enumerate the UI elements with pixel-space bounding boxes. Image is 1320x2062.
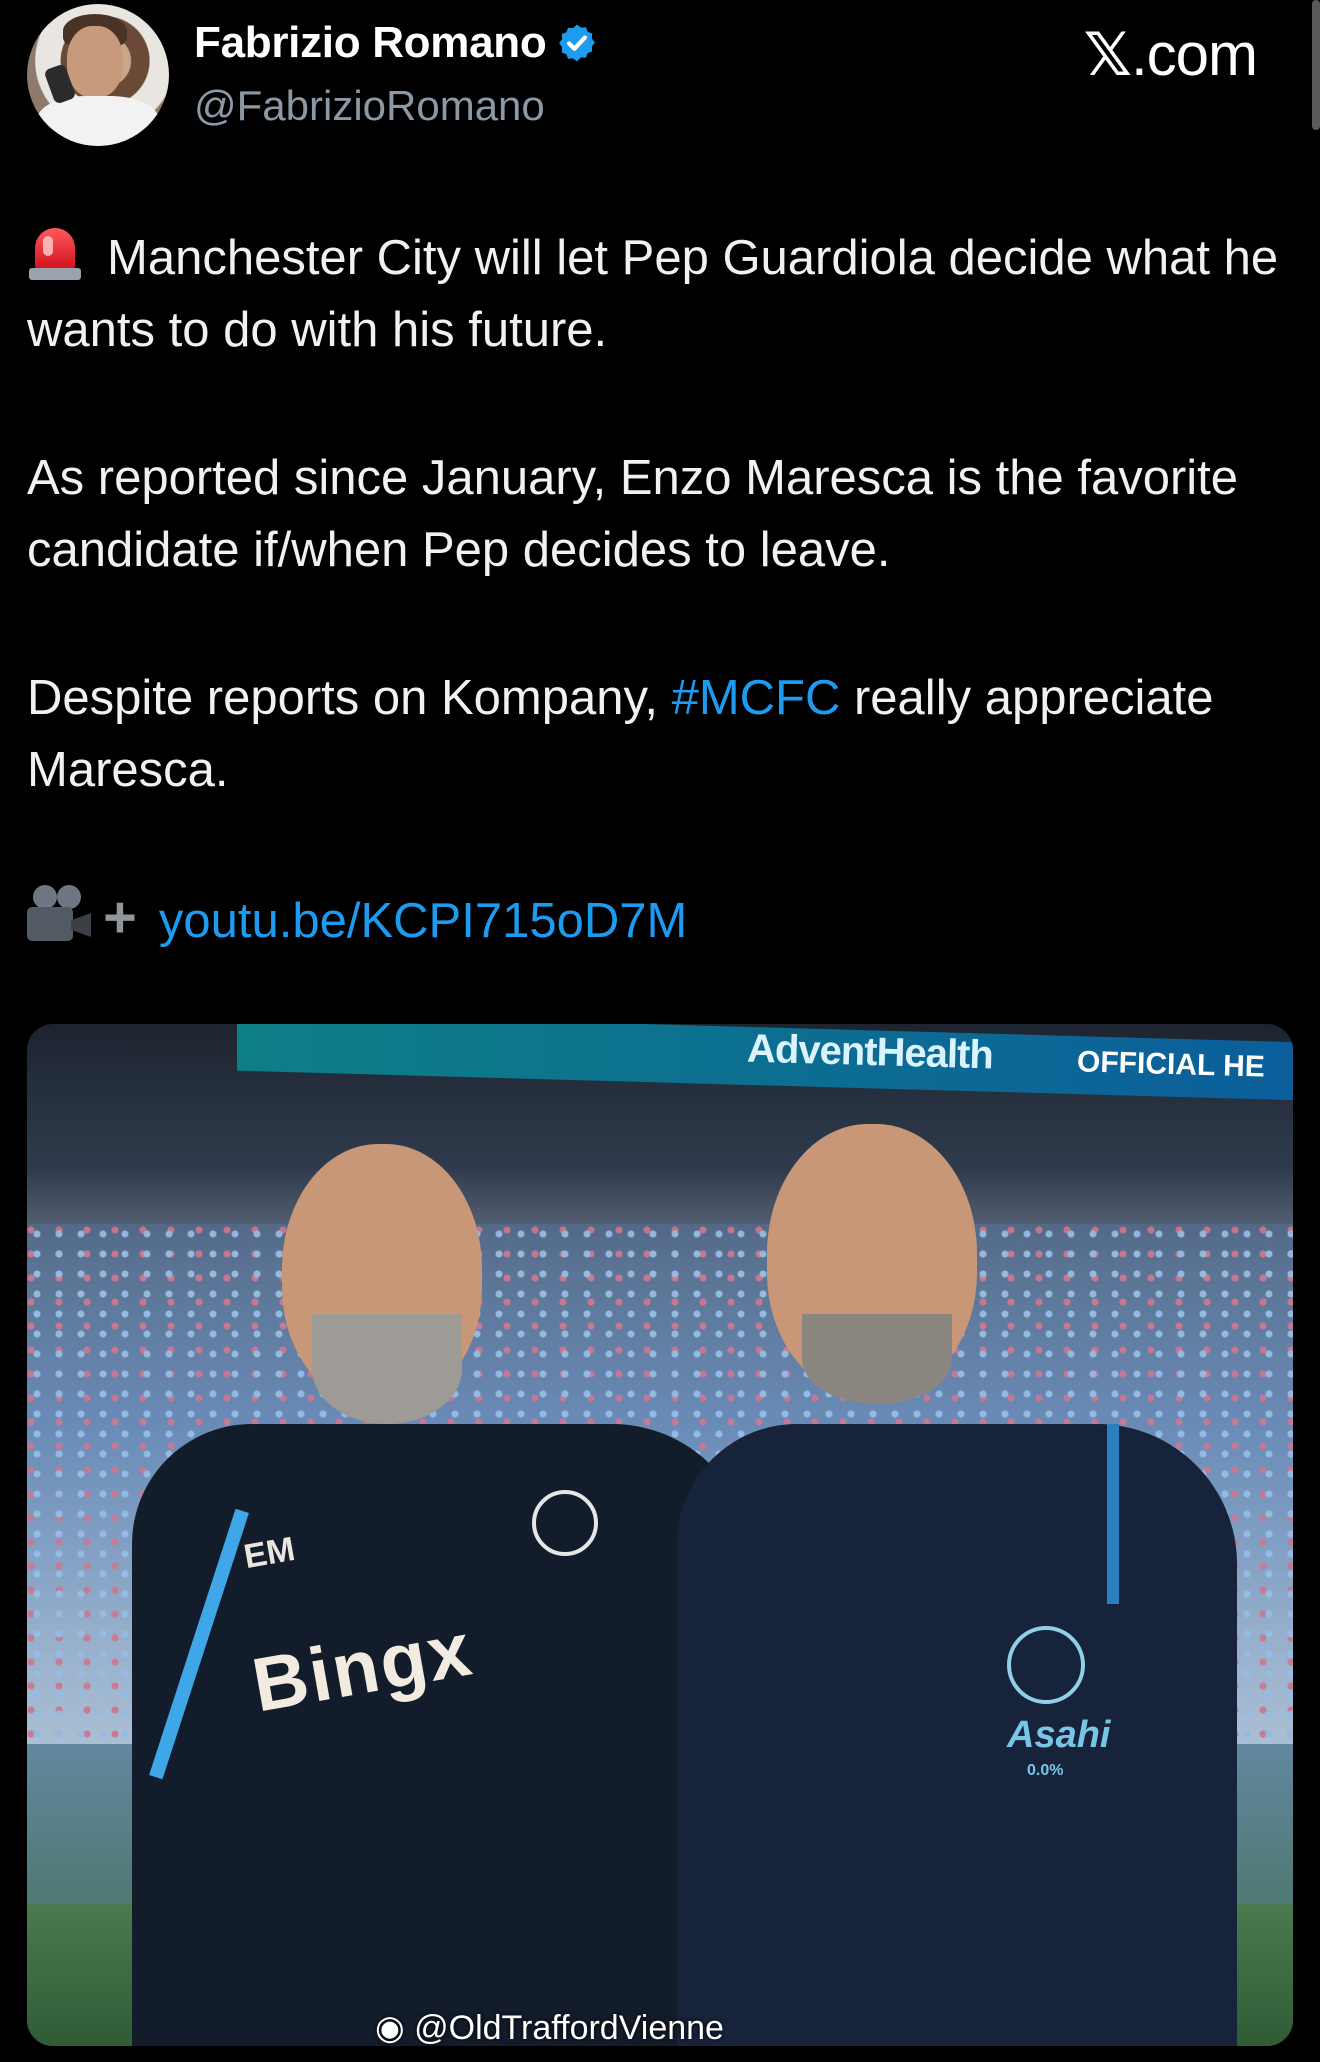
tweet-paragraph-3: Despite reports on Kompany, #MCFC really… [27,671,1214,797]
scrollbar-thumb[interactable] [1312,0,1320,130]
plus-icon: + [103,885,137,950]
man-city-crest [1007,1626,1085,1704]
photo-watermark: ◉ @OldTraffordVienne [375,2009,724,2046]
hashtag-link[interactable]: #MCFC [672,671,841,725]
author-handle[interactable]: @FabrizioRomano [194,82,545,130]
x-icon: 𝕏 [1083,20,1132,90]
tweet-paragraph-1: Manchester City will let Pep Guardiola d… [27,222,1287,366]
tweet-header: Fabrizio Romano @FabrizioRomano 𝕏.com [27,4,1297,154]
movie-camera-icon [27,885,93,945]
person-left: EM Bingx [132,1124,752,2046]
weibo-icon: ◉ [375,2009,405,2046]
verified-badge-icon [559,24,596,62]
tweet-link-line: + youtu.be/KCPI715oD7M [27,882,1287,957]
tweet-paragraph-2: As reported since January, Enzo Maresca … [27,451,1239,577]
tweet-photo[interactable]: AdventHealth OFFICIAL HE EM Bingx Asahi … [27,1024,1293,2046]
avatar[interactable] [27,4,169,146]
tweet-body: Manchester City will let Pep Guardiola d… [27,222,1287,1033]
siren-icon [27,224,83,280]
banner-sponsor-text: AdventHealth [746,1026,994,1078]
right-sponsor-sub: 0.0% [1027,1762,1064,1779]
chelsea-crest [532,1490,598,1556]
x-logo[interactable]: 𝕏.com [1083,20,1258,90]
site-domain: .com [1130,21,1258,88]
banner-official-text: OFFICIAL HE [1076,1045,1266,1084]
right-sponsor: Asahi [1007,1714,1111,1756]
youtube-link[interactable]: youtu.be/KCPI715oD7M [159,894,687,948]
author-name[interactable]: Fabrizio Romano [194,18,547,68]
person-right: Asahi 0.0% [677,1094,1237,2046]
author-name-row[interactable]: Fabrizio Romano [194,18,598,68]
